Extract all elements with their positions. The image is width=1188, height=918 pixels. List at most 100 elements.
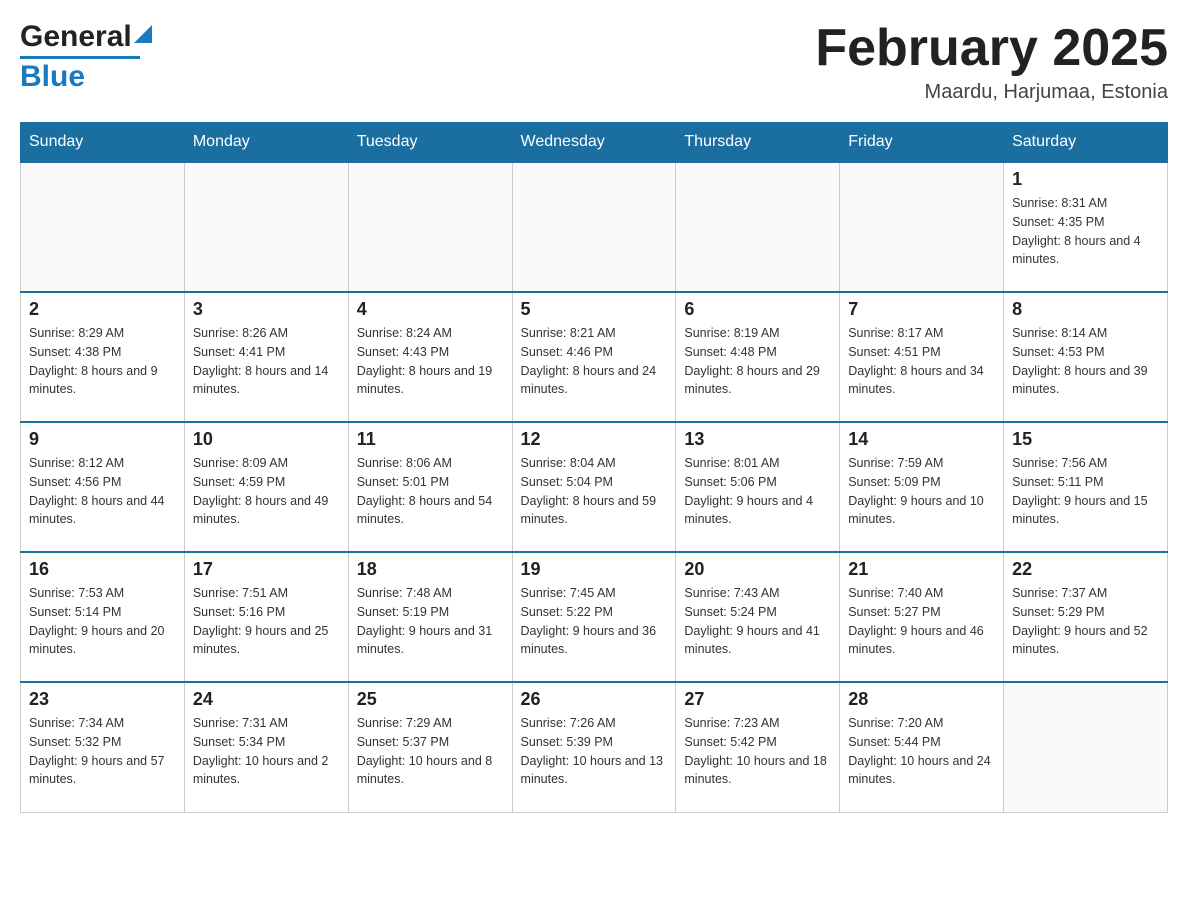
calendar-cell: 7Sunrise: 8:17 AMSunset: 4:51 PMDaylight… <box>840 292 1004 422</box>
day-number: 20 <box>684 559 831 580</box>
day-info: Sunrise: 7:37 AMSunset: 5:29 PMDaylight:… <box>1012 584 1159 659</box>
month-title: February 2025 <box>815 20 1168 77</box>
day-number: 9 <box>29 429 176 450</box>
calendar-cell: 4Sunrise: 8:24 AMSunset: 4:43 PMDaylight… <box>348 292 512 422</box>
calendar-cell: 16 Sunrise: 7:53 AMSunset: 5:14 PMDayligh… <box>21 552 185 682</box>
calendar-cell: 23 Sunrise: 7:34 AMSunset: 5:32 PMDayligh… <box>21 682 185 812</box>
calendar-cell: 8 Sunrise: 8:14 AMSunset: 4:53 PMDaylight… <box>1004 292 1168 422</box>
calendar-cell: 1Sunrise: 8:31 AMSunset: 4:35 PMDaylight… <box>1004 162 1168 292</box>
logo-underline <box>20 56 140 59</box>
logo: General Blue <box>20 20 152 94</box>
day-info: Sunrise: 8:12 AMSunset: 4:56 PMDaylight:… <box>29 454 176 529</box>
day-info: Sunrise: 7:23 AMSunset: 5:42 PMDaylight:… <box>684 714 831 789</box>
calendar-week-row: 16 Sunrise: 7:53 AMSunset: 5:14 PMDayligh… <box>21 552 1168 682</box>
calendar-week-row: 1Sunrise: 8:31 AMSunset: 4:35 PMDaylight… <box>21 162 1168 292</box>
day-info: Sunrise: 8:06 AMSunset: 5:01 PMDaylight:… <box>357 454 504 529</box>
calendar-cell <box>676 162 840 292</box>
day-number: 15 <box>1012 429 1159 450</box>
calendar-cell <box>21 162 185 292</box>
day-header-sunday: Sunday <box>21 123 185 163</box>
calendar-cell: 2 Sunrise: 8:29 AMSunset: 4:38 PMDaylight… <box>21 292 185 422</box>
day-number: 16 <box>29 559 176 580</box>
logo-general-text: General <box>20 20 132 54</box>
calendar-cell: 10 Sunrise: 8:09 AMSunset: 4:59 PMDayligh… <box>184 422 348 552</box>
calendar-cell: 27 Sunrise: 7:23 AMSunset: 5:42 PMDayligh… <box>676 682 840 812</box>
day-number: 10 <box>193 429 340 450</box>
day-number: 11 <box>357 429 504 450</box>
calendar-cell <box>512 162 676 292</box>
calendar-cell: 24 Sunrise: 7:31 AMSunset: 5:34 PMDayligh… <box>184 682 348 812</box>
day-info: Sunrise: 7:26 AMSunset: 5:39 PMDaylight:… <box>521 714 668 789</box>
day-number: 3 <box>193 299 340 320</box>
day-number: 2 <box>29 299 176 320</box>
day-number: 26 <box>521 689 668 710</box>
calendar-cell: 19 Sunrise: 7:45 AMSunset: 5:22 PMDayligh… <box>512 552 676 682</box>
day-info: Sunrise: 8:09 AMSunset: 4:59 PMDaylight:… <box>193 454 340 529</box>
day-info: Sunrise: 7:45 AMSunset: 5:22 PMDaylight:… <box>521 584 668 659</box>
calendar-cell: 3 Sunrise: 8:26 AMSunset: 4:41 PMDaylight… <box>184 292 348 422</box>
day-number: 7 <box>848 299 995 320</box>
day-info: Sunrise: 8:19 AMSunset: 4:48 PMDaylight:… <box>684 324 831 399</box>
day-number: 5 <box>521 299 668 320</box>
logo-blue-text: Blue <box>20 60 85 93</box>
day-info: Sunrise: 8:14 AMSunset: 4:53 PMDaylight:… <box>1012 324 1159 399</box>
day-info: Sunrise: 7:43 AMSunset: 5:24 PMDaylight:… <box>684 584 831 659</box>
day-number: 14 <box>848 429 995 450</box>
day-info: Sunrise: 8:31 AMSunset: 4:35 PMDaylight:… <box>1012 194 1159 269</box>
calendar-week-row: 9 Sunrise: 8:12 AMSunset: 4:56 PMDaylight… <box>21 422 1168 552</box>
day-number: 27 <box>684 689 831 710</box>
day-info: Sunrise: 7:56 AMSunset: 5:11 PMDaylight:… <box>1012 454 1159 529</box>
day-number: 19 <box>521 559 668 580</box>
day-number: 28 <box>848 689 995 710</box>
day-number: 18 <box>357 559 504 580</box>
calendar-cell: 9 Sunrise: 8:12 AMSunset: 4:56 PMDaylight… <box>21 422 185 552</box>
day-header-thursday: Thursday <box>676 123 840 163</box>
day-number: 13 <box>684 429 831 450</box>
day-info: Sunrise: 7:40 AMSunset: 5:27 PMDaylight:… <box>848 584 995 659</box>
calendar-week-row: 23 Sunrise: 7:34 AMSunset: 5:32 PMDayligh… <box>21 682 1168 812</box>
calendar-cell: 15 Sunrise: 7:56 AMSunset: 5:11 PMDayligh… <box>1004 422 1168 552</box>
calendar-cell <box>348 162 512 292</box>
day-info: Sunrise: 8:01 AMSunset: 5:06 PMDaylight:… <box>684 454 831 529</box>
day-info: Sunrise: 8:29 AMSunset: 4:38 PMDaylight:… <box>29 324 176 399</box>
day-header-wednesday: Wednesday <box>512 123 676 163</box>
calendar-cell: 12 Sunrise: 8:04 AMSunset: 5:04 PMDayligh… <box>512 422 676 552</box>
day-number: 22 <box>1012 559 1159 580</box>
calendar-cell: 14 Sunrise: 7:59 AMSunset: 5:09 PMDayligh… <box>840 422 1004 552</box>
calendar-cell: 11 Sunrise: 8:06 AMSunset: 5:01 PMDayligh… <box>348 422 512 552</box>
calendar-cell: 5 Sunrise: 8:21 AMSunset: 4:46 PMDaylight… <box>512 292 676 422</box>
day-info: Sunrise: 7:34 AMSunset: 5:32 PMDaylight:… <box>29 714 176 789</box>
logo-triangle-icon <box>134 25 152 43</box>
page-header: General Blue February 2025 Maardu, Harju… <box>20 20 1168 104</box>
day-info: Sunrise: 7:59 AMSunset: 5:09 PMDaylight:… <box>848 454 995 529</box>
day-header-friday: Friday <box>840 123 1004 163</box>
day-info: Sunrise: 7:51 AMSunset: 5:16 PMDaylight:… <box>193 584 340 659</box>
day-info: Sunrise: 8:24 AMSunset: 4:43 PMDaylight:… <box>357 324 504 399</box>
day-number: 12 <box>521 429 668 450</box>
calendar-cell: 22 Sunrise: 7:37 AMSunset: 5:29 PMDayligh… <box>1004 552 1168 682</box>
calendar-table: SundayMondayTuesdayWednesdayThursdayFrid… <box>20 122 1168 813</box>
calendar-cell: 18 Sunrise: 7:48 AMSunset: 5:19 PMDayligh… <box>348 552 512 682</box>
day-number: 6 <box>684 299 831 320</box>
calendar-header-row: SundayMondayTuesdayWednesdayThursdayFrid… <box>21 123 1168 163</box>
title-section: February 2025 Maardu, Harjumaa, Estonia <box>815 20 1168 104</box>
day-number: 21 <box>848 559 995 580</box>
calendar-cell: 6 Sunrise: 8:19 AMSunset: 4:48 PMDaylight… <box>676 292 840 422</box>
calendar-cell <box>1004 682 1168 812</box>
day-info: Sunrise: 7:53 AMSunset: 5:14 PMDaylight:… <box>29 584 176 659</box>
day-number: 23 <box>29 689 176 710</box>
day-info: Sunrise: 8:21 AMSunset: 4:46 PMDaylight:… <box>521 324 668 399</box>
calendar-cell <box>184 162 348 292</box>
location: Maardu, Harjumaa, Estonia <box>815 81 1168 104</box>
day-info: Sunrise: 8:26 AMSunset: 4:41 PMDaylight:… <box>193 324 340 399</box>
day-number: 24 <box>193 689 340 710</box>
day-number: 8 <box>1012 299 1159 320</box>
day-info: Sunrise: 7:31 AMSunset: 5:34 PMDaylight:… <box>193 714 340 789</box>
day-number: 17 <box>193 559 340 580</box>
calendar-cell: 26 Sunrise: 7:26 AMSunset: 5:39 PMDayligh… <box>512 682 676 812</box>
day-info: Sunrise: 8:04 AMSunset: 5:04 PMDaylight:… <box>521 454 668 529</box>
calendar-cell <box>840 162 1004 292</box>
day-info: Sunrise: 7:48 AMSunset: 5:19 PMDaylight:… <box>357 584 504 659</box>
calendar-cell: 25Sunrise: 7:29 AMSunset: 5:37 PMDayligh… <box>348 682 512 812</box>
calendar-cell: 20 Sunrise: 7:43 AMSunset: 5:24 PMDayligh… <box>676 552 840 682</box>
